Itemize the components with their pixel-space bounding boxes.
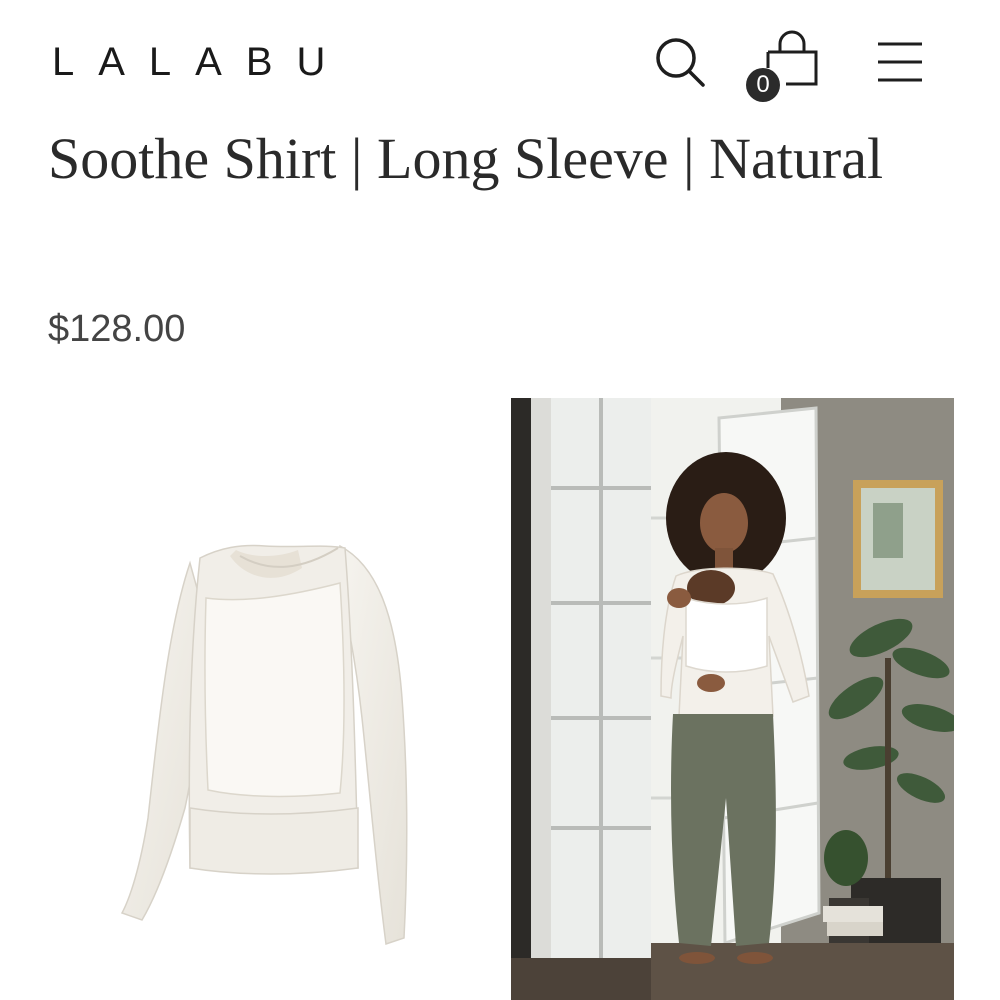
hamburger-menu-icon [878,42,922,82]
menu-button[interactable] [872,36,928,88]
cart-count-badge: 0 [746,68,780,102]
product-price: $128.00 [48,308,186,350]
product-title: Soothe Shirt | Long Sleeve | Natural [48,126,884,191]
product-image-lifestyle[interactable] [511,398,954,1000]
brand-logo[interactable]: LALABU [52,38,349,86]
lifestyle-scene [511,398,954,1000]
shirt-illustration [120,544,408,945]
search-icon [656,38,705,87]
product-image-flat[interactable] [40,398,490,1000]
search-button[interactable] [650,32,710,92]
cart-button[interactable]: 0 [742,28,822,108]
site-header: LALABU 0 [0,0,1000,120]
